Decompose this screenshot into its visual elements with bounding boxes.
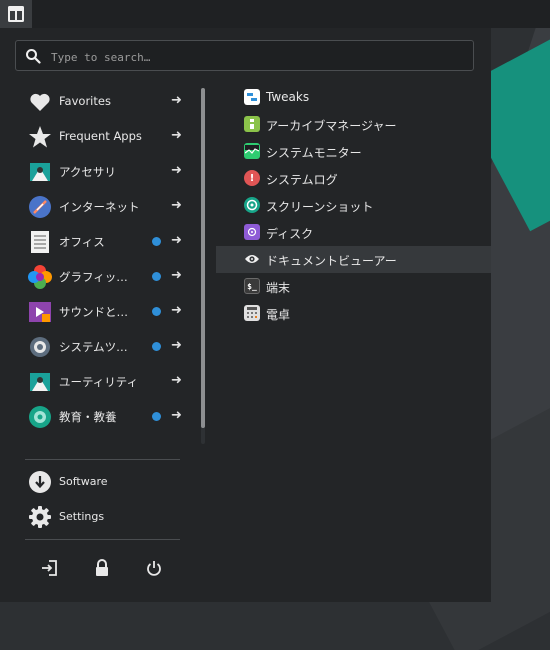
document-viewer-icon — [244, 251, 260, 267]
system-monitor-icon — [244, 143, 260, 159]
system-log-icon: ! — [244, 170, 260, 186]
category-item-graphics[interactable]: グラフィッ… ➜ — [15, 259, 195, 294]
power-button[interactable] — [142, 556, 166, 580]
search-icon — [25, 48, 41, 68]
system-tools-icon — [28, 335, 52, 359]
category-item-office[interactable]: オフィス ➜ — [15, 224, 195, 259]
update-indicator — [152, 237, 161, 246]
app-item-tweaks[interactable]: Tweaks — [216, 84, 491, 111]
lock-icon — [96, 559, 108, 576]
category-item-system-tools[interactable]: システムツ… ➜ — [15, 329, 195, 364]
update-indicator — [152, 412, 161, 421]
update-indicator — [152, 307, 161, 316]
sound-video-icon — [28, 300, 52, 324]
star-icon — [28, 125, 52, 149]
tweaks-icon — [244, 89, 260, 105]
archive-manager-icon — [244, 116, 260, 132]
app-item-screenshot[interactable]: スクリーンショット — [216, 192, 491, 219]
category-label: インターネット — [59, 200, 140, 214]
category-label: オフィス — [59, 235, 105, 249]
app-label: システムログ — [266, 173, 338, 187]
app-item-system-log[interactable]: ! システムログ — [216, 165, 491, 192]
category-item-frequent-apps[interactable]: Frequent Apps ➜ — [15, 119, 195, 154]
app-item-system-monitor[interactable]: システムモニター — [216, 138, 491, 165]
arrow-right-icon: ➜ — [171, 338, 182, 353]
category-item-internet[interactable]: インターネット ➜ — [15, 189, 195, 224]
app-label: 端末 — [266, 281, 291, 295]
disks-icon — [244, 224, 260, 240]
app-item-terminal[interactable]: $_ 端末 — [216, 273, 491, 300]
app-item-archive-manager[interactable]: アーカイブマネージャー — [216, 111, 491, 138]
arrow-right-icon: ➜ — [171, 373, 182, 388]
top-panel — [0, 0, 550, 28]
category-item-sound-video[interactable]: サウンドと… ➜ — [15, 294, 195, 329]
category-item-utilities[interactable]: ユーティリティ ➜ — [15, 364, 195, 399]
search-input[interactable] — [49, 45, 463, 69]
app-item-calculator[interactable]: 電卓 — [216, 300, 491, 327]
terminal-icon: $_ — [244, 278, 260, 294]
power-icon — [147, 561, 161, 576]
category-label: ユーティリティ — [59, 375, 139, 389]
category-item-favorites[interactable]: Favorites ➜ — [15, 84, 195, 119]
app-label: スクリーンショット — [266, 200, 374, 214]
category-item-education[interactable]: 教育・教養 ➜ — [15, 399, 195, 434]
arrow-right-icon: ➜ — [171, 198, 182, 213]
app-label: 電卓 — [266, 308, 291, 322]
category-label: アクセサリ — [59, 165, 116, 179]
app-label: システムモニター — [266, 146, 362, 160]
arrow-right-icon: ➜ — [171, 163, 182, 178]
system-item-label: Settings — [59, 510, 105, 523]
category-label: Favorites — [59, 94, 111, 108]
category-label: システムツ… — [59, 340, 128, 354]
separator — [25, 539, 180, 540]
category-label: サウンドと… — [59, 305, 128, 319]
app-item-document-viewer[interactable]: ドキュメントビューアー — [216, 246, 491, 273]
application-menu-button[interactable] — [0, 0, 32, 28]
education-icon — [28, 405, 52, 429]
arrow-right-icon: ➜ — [171, 128, 182, 143]
heart-icon — [28, 90, 52, 114]
category-label: Frequent Apps — [59, 129, 142, 143]
office-icon — [28, 230, 52, 254]
app-label: アーカイブマネージャー — [266, 119, 397, 133]
logout-button[interactable] — [37, 556, 61, 580]
search-box[interactable] — [15, 40, 474, 71]
software-item[interactable]: Software — [15, 464, 195, 499]
update-indicator — [152, 342, 161, 351]
app-label: ディスク — [266, 227, 314, 241]
software-download-icon — [28, 470, 52, 494]
screenshot-icon — [244, 197, 260, 213]
logout-icon — [42, 560, 57, 576]
app-label: Tweaks — [266, 90, 310, 104]
arrow-right-icon: ➜ — [171, 93, 182, 108]
app-label: ドキュメントビューアー — [266, 254, 397, 268]
arrow-right-icon: ➜ — [171, 408, 182, 423]
category-item-accessories[interactable]: アクセサリ ➜ — [15, 154, 195, 189]
internet-icon — [28, 195, 52, 219]
separator — [25, 459, 180, 460]
category-label: グラフィッ… — [59, 270, 128, 284]
category-label: 教育・教養 — [59, 410, 117, 424]
scrollbar-thumb[interactable] — [201, 88, 205, 428]
arrow-right-icon: ➜ — [171, 303, 182, 318]
arrow-right-icon: ➜ — [171, 268, 182, 283]
app-item-disks[interactable]: ディスク — [216, 219, 491, 246]
settings-item[interactable]: Settings — [15, 499, 195, 534]
update-indicator — [152, 272, 161, 281]
menu-layout-icon — [8, 6, 24, 22]
settings-gear-icon — [28, 505, 52, 529]
accessories-icon — [28, 160, 52, 184]
application-menu: Favorites ➜ Frequent Apps ➜ アクセサリ ➜ インター… — [0, 28, 491, 602]
arrow-right-icon: ➜ — [171, 233, 182, 248]
graphics-icon — [28, 265, 52, 289]
calculator-icon — [244, 305, 260, 321]
system-item-label: Software — [59, 475, 108, 488]
utilities-icon — [28, 370, 52, 394]
category-list: Favorites ➜ Frequent Apps ➜ アクセサリ ➜ インター… — [15, 84, 195, 444]
lock-button[interactable] — [90, 556, 114, 580]
